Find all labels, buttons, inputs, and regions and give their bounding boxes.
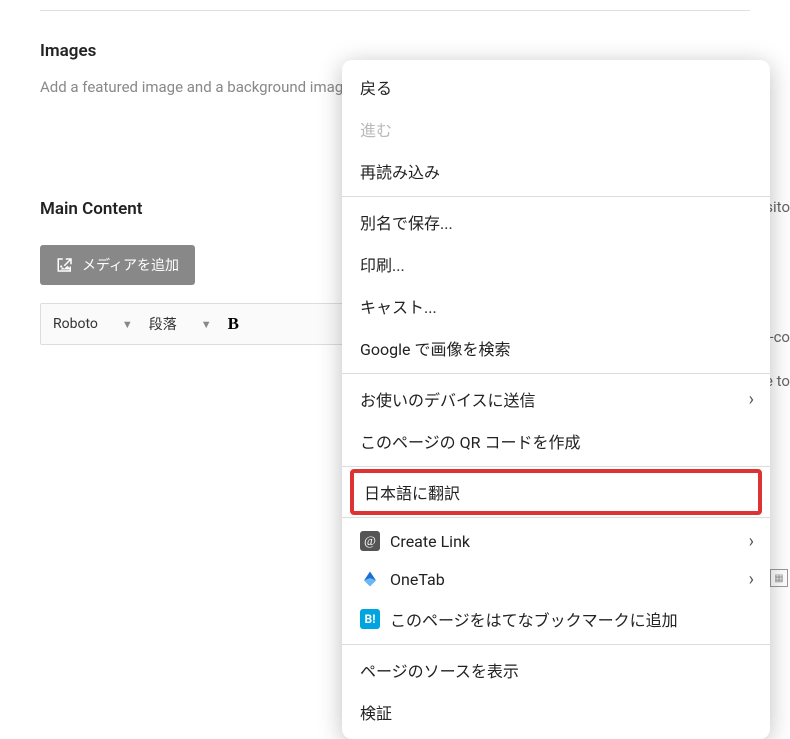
add-media-button[interactable]: メディアを追加 bbox=[40, 245, 195, 285]
media-icon bbox=[56, 256, 74, 274]
cm-save-as[interactable]: 別名で保存... bbox=[342, 201, 770, 243]
section-divider bbox=[40, 10, 750, 11]
cm-back[interactable]: 戻る bbox=[342, 66, 770, 108]
cm-reload[interactable]: 再読み込み bbox=[342, 150, 770, 192]
cm-view-source[interactable]: ページのソースを表示 bbox=[342, 649, 770, 691]
cm-create-link-label: Create Link bbox=[390, 532, 470, 551]
cm-onetab[interactable]: OneTab › bbox=[342, 560, 770, 598]
cm-separator bbox=[342, 196, 770, 197]
hatena-icon: B! bbox=[360, 609, 380, 629]
cm-inspect[interactable]: 検証 bbox=[342, 691, 770, 733]
caret-down-icon: ▼ bbox=[122, 318, 133, 331]
images-title: Images bbox=[40, 41, 750, 61]
block-format-value: 段落 bbox=[149, 314, 177, 334]
onetab-icon bbox=[360, 569, 380, 589]
toolbar-grid-icon[interactable]: ▦ bbox=[770, 569, 788, 587]
cm-create-qr[interactable]: このページの QR コードを作成 bbox=[342, 420, 770, 462]
context-menu: 戻る 進む 再読み込み 別名で保存... 印刷... キャスト... Googl… bbox=[342, 60, 770, 739]
cm-separator bbox=[342, 466, 770, 467]
font-family-value: Roboto bbox=[53, 316, 98, 332]
font-family-select[interactable]: Roboto ▼ bbox=[53, 316, 133, 332]
chevron-right-icon: › bbox=[749, 531, 754, 552]
cm-separator bbox=[342, 517, 770, 518]
cm-separator bbox=[342, 644, 770, 645]
cm-translate-jp[interactable]: 日本語に翻訳 bbox=[350, 469, 762, 515]
block-format-select[interactable]: 段落 ▼ bbox=[149, 314, 212, 334]
cm-forward: 進む bbox=[342, 108, 770, 150]
cm-send-to-device-label: お使いのデバイスに送信 bbox=[360, 387, 536, 411]
cm-google-image-search[interactable]: Google で画像を検索 bbox=[342, 327, 770, 369]
bold-button[interactable]: B bbox=[228, 314, 239, 334]
chevron-right-icon: › bbox=[749, 389, 754, 410]
cm-separator bbox=[342, 373, 770, 374]
chevron-right-icon: › bbox=[749, 569, 754, 590]
cm-onetab-label: OneTab bbox=[390, 570, 445, 589]
cm-print[interactable]: 印刷... bbox=[342, 243, 770, 285]
create-link-icon: @ bbox=[360, 531, 380, 551]
add-media-label: メディアを追加 bbox=[82, 255, 179, 275]
cm-send-to-device[interactable]: お使いのデバイスに送信 › bbox=[342, 378, 770, 420]
cm-create-link[interactable]: @ Create Link › bbox=[342, 522, 770, 560]
caret-down-icon: ▼ bbox=[201, 318, 212, 331]
cm-hatena[interactable]: B! このページをはてなブックマークに追加 bbox=[342, 598, 770, 640]
cm-cast[interactable]: キャスト... bbox=[342, 285, 770, 327]
cm-hatena-label: このページをはてなブックマークに追加 bbox=[390, 607, 678, 631]
